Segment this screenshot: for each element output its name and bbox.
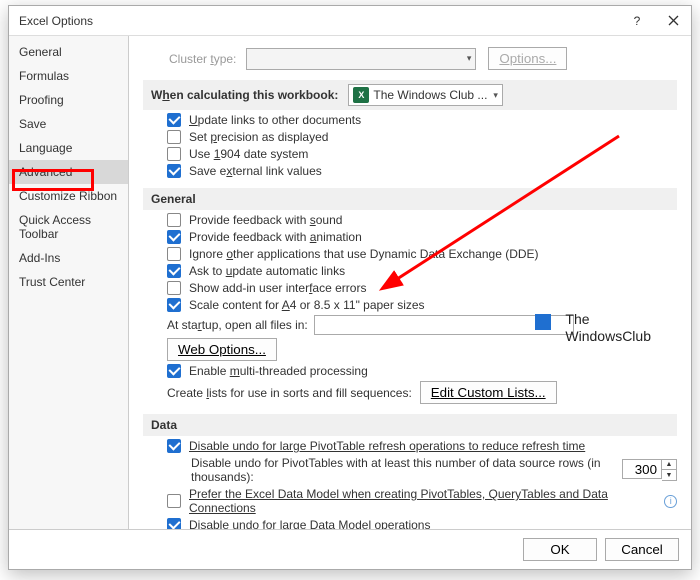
- general-check-3[interactable]: Ask to update automatic links: [167, 264, 677, 278]
- sidebar-item-trust-center[interactable]: Trust Center: [9, 270, 128, 294]
- data-check-d-label: Disable undo for large Data Model operat…: [189, 518, 430, 529]
- pivot-rows-input[interactable]: [622, 459, 662, 479]
- data-check-d[interactable]: Disable undo for large Data Model operat…: [167, 518, 677, 529]
- check-label: Ask to update automatic links: [189, 264, 345, 278]
- check-label: Update links to other documents: [189, 113, 361, 127]
- excel-icon: X: [353, 87, 369, 103]
- close-button[interactable]: [655, 6, 691, 36]
- create-lists-row: Create lists for use in sorts and fill s…: [167, 381, 677, 404]
- chevron-down-icon: ▾: [467, 53, 472, 64]
- check-label: Show add-in user interface errors: [189, 281, 366, 295]
- checkbox-icon: [167, 147, 181, 161]
- section-general: General: [143, 188, 677, 210]
- sidebar: General Formulas Proofing Save Language …: [9, 36, 129, 529]
- help-button[interactable]: ?: [619, 6, 655, 36]
- spinner-up-icon: ▲: [662, 460, 676, 470]
- general-check-2[interactable]: Ignore other applications that use Dynam…: [167, 247, 677, 261]
- checkbox-icon: [167, 113, 181, 127]
- data-check-a[interactable]: Disable undo for large PivotTable refres…: [167, 439, 677, 453]
- titlebar: Excel Options ?: [9, 6, 691, 36]
- sidebar-item-language[interactable]: Language: [9, 136, 128, 160]
- check-label: Provide feedback with animation: [189, 230, 362, 244]
- multithread-check[interactable]: Enable multi-threaded processing: [167, 364, 677, 378]
- check-label: Use 1904 date system: [189, 147, 308, 161]
- dialog-title: Excel Options: [19, 14, 619, 28]
- question-icon: ?: [634, 14, 641, 28]
- data-check-c[interactable]: Prefer the Excel Data Model when creatin…: [167, 487, 677, 515]
- cluster-row: Cluster type: ▾ Options...: [143, 47, 677, 70]
- pivot-rows-spinner[interactable]: ▲▼: [622, 459, 677, 481]
- edit-custom-lists-button[interactable]: Edit Custom Lists...: [420, 381, 557, 404]
- general-check-5[interactable]: Scale content for A4 or 8.5 x 11" paper …: [167, 298, 677, 312]
- section-data: Data: [143, 414, 677, 436]
- spinner-buttons[interactable]: ▲▼: [662, 459, 677, 481]
- close-icon: [668, 15, 679, 26]
- checkbox-icon: [167, 213, 181, 227]
- sidebar-item-customize-ribbon[interactable]: Customize Ribbon: [9, 184, 128, 208]
- general-check-1[interactable]: Provide feedback with animation: [167, 230, 677, 244]
- checkbox-icon: [167, 164, 181, 178]
- checkbox-icon: [167, 518, 181, 529]
- check-label: Scale content for A4 or 8.5 x 11" paper …: [189, 298, 425, 312]
- dialog-footer: OK Cancel: [9, 529, 691, 569]
- sidebar-item-proofing[interactable]: Proofing: [9, 88, 128, 112]
- multithread-label: Enable multi-threaded processing: [189, 364, 368, 378]
- general-check-4[interactable]: Show add-in user interface errors: [167, 281, 677, 295]
- calc-check-0[interactable]: Update links to other documents: [167, 113, 677, 127]
- sidebar-item-save[interactable]: Save: [9, 112, 128, 136]
- ok-button[interactable]: OK: [523, 538, 597, 561]
- checkbox-icon: [167, 439, 181, 453]
- excel-options-dialog: Excel Options ? General Formulas Proofin…: [8, 5, 692, 570]
- checkbox-icon: [167, 264, 181, 278]
- options-content: Cluster type: ▾ Options... When calculat…: [129, 36, 691, 529]
- calc-check-1[interactable]: Set precision as displayed: [167, 130, 677, 144]
- calc-check-3[interactable]: Save external link values: [167, 164, 677, 178]
- check-label: Ignore other applications that use Dynam…: [189, 247, 539, 261]
- startup-label: At startup, open all files in:: [167, 318, 308, 332]
- checkbox-icon: [167, 364, 181, 378]
- cluster-type-label: Cluster type:: [169, 52, 236, 66]
- section-when-calculating: When calculating this workbook: X The Wi…: [143, 80, 677, 110]
- check-label: Set precision as displayed: [189, 130, 328, 144]
- check-label: Save external link values: [189, 164, 322, 178]
- sidebar-item-formulas[interactable]: Formulas: [9, 64, 128, 88]
- checkbox-icon: [167, 247, 181, 261]
- web-options-button[interactable]: Web Options...: [167, 338, 277, 361]
- data-row-b-label: Disable undo for PivotTables with at lea…: [191, 456, 614, 484]
- general-check-0[interactable]: Provide feedback with sound: [167, 213, 677, 227]
- cluster-options-button: Options...: [488, 47, 567, 70]
- cluster-type-dropdown: ▾: [246, 48, 476, 70]
- spinner-down-icon: ▼: [662, 470, 676, 480]
- check-label: Provide feedback with sound: [189, 213, 342, 227]
- sidebar-item-advanced[interactable]: Advanced: [9, 160, 128, 184]
- data-check-a-label: Disable undo for large PivotTable refres…: [189, 439, 585, 453]
- data-row-b: Disable undo for PivotTables with at lea…: [191, 456, 677, 484]
- watermark-square-icon: [535, 314, 551, 330]
- watermark-text: The WindowsClub: [565, 311, 651, 345]
- calc-check-2[interactable]: Use 1904 date system: [167, 147, 677, 161]
- checkbox-icon: [167, 130, 181, 144]
- chevron-down-icon: ▾: [493, 90, 498, 101]
- cancel-button[interactable]: Cancel: [605, 538, 679, 561]
- checkbox-icon: [167, 298, 181, 312]
- workbook-dropdown-value: The Windows Club ...: [373, 88, 487, 102]
- checkbox-icon: [167, 494, 181, 508]
- sidebar-item-addins[interactable]: Add-Ins: [9, 246, 128, 270]
- checkbox-icon: [167, 230, 181, 244]
- info-icon: i: [664, 495, 677, 508]
- data-check-c-label: Prefer the Excel Data Model when creatin…: [189, 487, 660, 515]
- workbook-dropdown[interactable]: X The Windows Club ... ▾: [348, 84, 503, 106]
- create-lists-label: Create lists for use in sorts and fill s…: [167, 386, 412, 400]
- sidebar-item-general[interactable]: General: [9, 40, 128, 64]
- when-calculating-label: When calculating this workbook:: [151, 88, 338, 102]
- checkbox-icon: [167, 281, 181, 295]
- sidebar-item-qat[interactable]: Quick Access Toolbar: [9, 208, 128, 246]
